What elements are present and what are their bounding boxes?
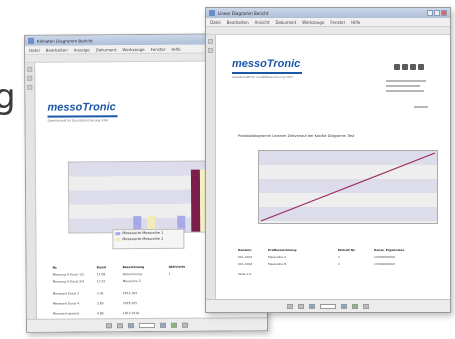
panel-pages-icon[interactable] — [27, 66, 33, 72]
table-header: Nr. Kanal Bezeichnung Aktivierte — [52, 264, 186, 270]
footer-note: Seite 1/1 — [238, 272, 252, 276]
hand-tool-icon[interactable] — [105, 322, 113, 328]
menu-item[interactable]: Anzeige — [74, 47, 90, 52]
back-status-bar — [26, 317, 268, 332]
maximize-icon[interactable] — [434, 10, 440, 16]
zoom-out-icon[interactable] — [181, 322, 189, 328]
front-toolbar — [206, 27, 450, 35]
table-row: 001-0002 Messreihe B 2 13000000000 — [238, 262, 395, 266]
badge-icon — [418, 64, 424, 70]
zoom-in-icon[interactable] — [170, 322, 178, 328]
seal-icon — [402, 64, 408, 70]
menu-item[interactable]: Ansicht — [255, 20, 270, 25]
company-logo: messoTronic — [232, 58, 301, 70]
results-table: Kanalnr. Prüfbezeichnung Einheit Nr. Kan… — [238, 248, 438, 279]
menu-item[interactable]: Bearbeiten — [227, 20, 249, 25]
minimize-icon[interactable] — [427, 10, 433, 16]
front-side-panel — [206, 35, 216, 300]
front-menu-bar: Datei Bearbeiten Ansicht Dokument Werkze… — [206, 18, 450, 27]
logo-underline — [232, 72, 302, 74]
legend-swatch — [115, 231, 121, 235]
front-document-window[interactable]: Linear Diagramm Bericht Datei Bearbeiten… — [205, 7, 451, 313]
front-title-bar[interactable]: Linear Diagramm Bericht — [206, 8, 450, 18]
app-icon — [209, 10, 215, 16]
table-header: Kanalnr. Prüfbezeichnung Einheit Nr. Kan… — [238, 248, 405, 252]
chart-legend: Messwerte Messreihe 1 Messwerte Messreih… — [112, 228, 185, 250]
menu-item[interactable]: Fenster — [330, 20, 345, 25]
company-subtitle: Gesellschaft für Qualitätssicherung mbH — [47, 118, 109, 123]
back-side-panel — [25, 62, 37, 320]
hand-tool-icon[interactable] — [287, 303, 293, 309]
menu-item[interactable]: Datei — [29, 47, 40, 52]
certificate-icon — [394, 64, 400, 70]
legend-label: Messwerte Messreihe 2 — [122, 236, 164, 242]
page-number-field[interactable] — [320, 303, 336, 309]
menu-item[interactable]: Bearbeiten — [46, 47, 68, 52]
line-chart — [260, 152, 436, 222]
table-row: 001-0001 Messreihe A 1 13000000000 — [238, 255, 395, 259]
panel-bookmarks-icon[interactable] — [208, 48, 213, 53]
series-line — [260, 152, 436, 222]
back-window-title: Klimaten Diagramm Bericht — [36, 37, 93, 44]
award-icon — [410, 64, 416, 70]
address-line — [386, 80, 426, 82]
front-document-page: messoTronic Gesellschaft für Qualitätssi… — [218, 38, 445, 298]
legend-swatch — [115, 237, 121, 241]
table-row: Messung A Kanal 1/2 17:08 Bezeichnung 1 — [52, 271, 171, 277]
measurement-table: Nr. Kanal Bezeichnung Aktivierte Messung… — [53, 265, 213, 319]
menu-item[interactable]: Datei — [210, 20, 221, 25]
next-page-icon[interactable] — [159, 322, 167, 328]
menu-item[interactable]: Hilfe — [171, 46, 180, 51]
chart-title: Protokolldiagramm Linearer Zeitverlauf d… — [238, 134, 355, 138]
table-row: Messung A Kanal 2/4 17:22 Messreihe 2 — [52, 279, 141, 284]
brand-icons — [394, 64, 424, 70]
address-line — [386, 90, 424, 92]
next-page-icon[interactable] — [341, 303, 347, 309]
legend-label: Messwerte Messreihe 1 — [122, 230, 164, 236]
partial-logo-glyph: g — [0, 77, 16, 117]
company-logo: messoTronic — [47, 101, 116, 114]
table-row: Messwert Kanal 3 3.36 1813.104 — [52, 291, 138, 296]
panel-pages-icon[interactable] — [208, 39, 213, 44]
front-status-bar — [206, 299, 450, 312]
menu-item[interactable]: Werkzeuge — [302, 20, 324, 25]
bar-chart-plot — [67, 160, 211, 234]
front-window-title: Linear Diagramm Bericht — [218, 10, 269, 16]
zoom-in-icon[interactable] — [352, 303, 358, 309]
company-subtitle: Gesellschaft für Qualitätssicherung mbH — [232, 75, 293, 79]
menu-item[interactable]: Dokument — [275, 20, 296, 25]
select-tool-icon[interactable] — [116, 322, 124, 328]
window-controls — [427, 10, 447, 16]
close-icon[interactable] — [441, 10, 447, 16]
address-line — [386, 85, 420, 87]
bar-mark — [190, 169, 201, 232]
date-line — [414, 106, 428, 108]
first-page-icon[interactable] — [127, 322, 135, 328]
panel-attachments-icon[interactable] — [27, 84, 33, 90]
app-icon — [27, 37, 35, 44]
menu-item[interactable]: Dokument — [96, 47, 117, 52]
table-row: Messwert Kanal 4 3.89 2026.105 — [52, 301, 138, 306]
page-number-field[interactable] — [138, 322, 156, 328]
first-page-icon[interactable] — [309, 303, 315, 309]
line-chart-plot — [258, 150, 438, 224]
menu-item[interactable]: Werkzeuge — [122, 47, 144, 52]
zoom-out-icon[interactable] — [363, 303, 369, 309]
menu-item[interactable]: Fenster — [151, 46, 166, 51]
menu-item[interactable]: Hilfe — [351, 20, 360, 25]
panel-bookmarks-icon[interactable] — [27, 75, 33, 81]
table-row: Messwert gesamt 4.88 1813.1010 — [52, 311, 140, 316]
select-tool-icon[interactable] — [298, 303, 304, 309]
